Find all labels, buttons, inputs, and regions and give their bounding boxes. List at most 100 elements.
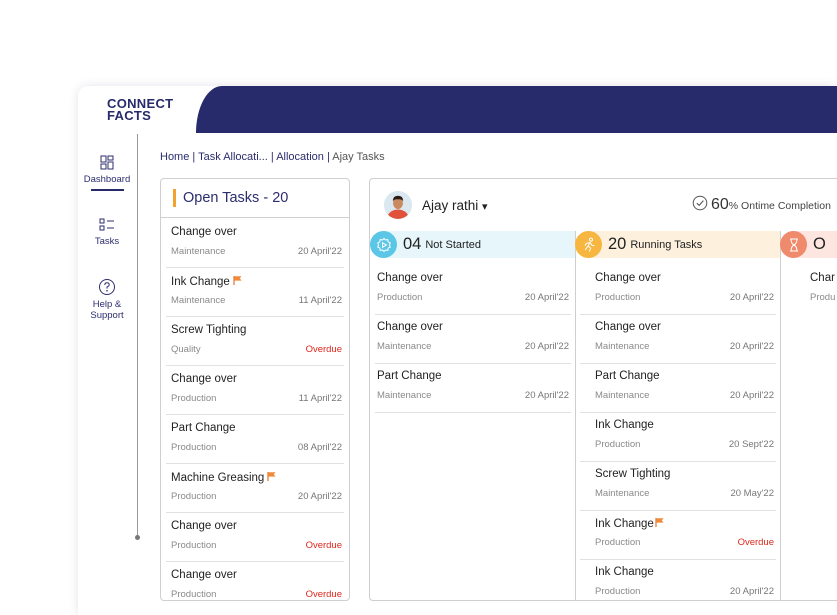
task-card[interactable]: Change over Production 20 April'22 — [375, 266, 571, 315]
task-title: Change over — [377, 321, 443, 333]
breadcrumb-separator: | — [189, 151, 199, 163]
sidebar-item-label: Help & — [92, 299, 122, 310]
task-category: Maintenance — [377, 341, 432, 352]
open-tasks-panel: Open Tasks - 20 Change over Maintenance … — [160, 178, 350, 601]
open-task-card[interactable]: Change over Maintenance 20 April'22 — [166, 219, 344, 268]
task-title: Change over — [377, 272, 443, 284]
breadcrumb-task-allocation[interactable]: Task Allocati... — [198, 151, 268, 163]
task-title: Part Change — [595, 370, 660, 382]
open-tasks-header: Open Tasks - 20 — [161, 179, 349, 218]
sidebar-divider-end — [135, 535, 140, 540]
task-date: 20 April'22 — [524, 292, 569, 303]
user-dropdown[interactable]: Ajay rathi ▾ — [422, 198, 488, 213]
open-tasks-accent-bar — [173, 189, 176, 207]
connect-facts-logo[interactable]: CONNECT FACTS — [107, 97, 177, 123]
task-card[interactable]: Ink Change Production Overdue — [580, 511, 776, 560]
task-date: 20 April'22 — [729, 586, 774, 597]
open-task-card[interactable]: Change over Production Overdue — [166, 513, 344, 562]
header-band — [196, 86, 837, 133]
task-title: Machine Greasing — [171, 472, 265, 484]
hourglass-icon — [780, 231, 807, 258]
task-date: 20 April'22 — [729, 292, 774, 303]
breadcrumb-separator: | — [267, 151, 277, 163]
open-tasks-list: Change over Maintenance 20 April'22 Ink … — [161, 218, 349, 600]
open-task-card[interactable]: Screw Tighting Quality Overdue — [166, 317, 344, 366]
task-category: Production — [171, 540, 217, 551]
active-nav-indicator — [91, 189, 124, 191]
task-date: 20 April'22 — [297, 246, 342, 257]
user-name: Ajay rathi — [422, 198, 479, 213]
ontime-unit: % — [728, 200, 739, 212]
task-title: Screw Tighting — [595, 468, 671, 480]
task-date: 11 April'22 — [298, 295, 342, 306]
dashboard-icon — [100, 155, 114, 170]
flag-icon — [267, 472, 276, 481]
open-task-card[interactable]: Machine Greasing Production 20 April'22 — [166, 464, 344, 513]
play-circle-icon — [370, 231, 397, 258]
task-title: Change over — [171, 226, 237, 238]
task-title: Ink Change — [171, 276, 230, 288]
task-date: 20 April'22 — [729, 341, 774, 352]
help-icon — [99, 279, 115, 295]
task-overdue-status: Overdue — [305, 344, 342, 355]
task-card[interactable]: Change over Maintenance 20 April'22 — [580, 315, 776, 364]
task-category: Maintenance — [595, 341, 650, 352]
task-card[interactable]: Ink Change Production 20 April'22 — [580, 560, 776, 600]
task-category: Maintenance — [377, 390, 432, 401]
task-title: Ink Change — [595, 419, 654, 431]
ontime-completion: 60% Ontime Completion — [692, 195, 831, 214]
check-circle-icon — [692, 195, 708, 211]
task-title: Change over — [595, 321, 661, 333]
top-bar: CONNECT FACTS — [78, 86, 837, 133]
sidebar-divider — [137, 134, 138, 538]
task-date: 20 April'22 — [297, 491, 342, 502]
task-category: Production — [595, 292, 641, 303]
task-title: Part Change — [377, 370, 442, 382]
task-card[interactable]: Ink Change Production 20 Sept'22 — [580, 413, 776, 462]
open-task-card[interactable]: Change over Production Overdue — [166, 562, 344, 600]
task-category: Maintenance — [595, 488, 650, 499]
task-category: Production — [171, 442, 217, 453]
task-title: Screw Tighting — [171, 324, 247, 336]
sidebar: Dashboard Tasks Help & Support — [78, 133, 140, 615]
ontime-percent: 60 — [711, 196, 729, 213]
sidebar-item-help-support[interactable]: Help & Support — [78, 278, 136, 321]
task-title: Ink Change — [595, 566, 654, 578]
breadcrumb-current: Ajay Tasks — [332, 151, 385, 163]
task-card[interactable]: Change over Maintenance 20 April'22 — [375, 315, 571, 364]
task-date: 08 April'22 — [297, 442, 342, 453]
task-overdue-status: Overdue — [305, 540, 342, 551]
task-card[interactable]: Char Produ — [785, 266, 837, 315]
task-date: 20 May'22 — [730, 488, 774, 499]
task-card[interactable]: Part Change Maintenance 20 April'22 — [375, 364, 571, 413]
column-overdue-partial: O Char Produ — [780, 231, 837, 600]
flag-icon — [233, 276, 242, 285]
task-card[interactable]: Screw Tighting Maintenance 20 May'22 — [580, 462, 776, 511]
task-title: Part Change — [171, 422, 236, 434]
task-date: 11 April'22 — [298, 393, 342, 404]
sidebar-item-tasks[interactable]: Tasks — [78, 217, 136, 247]
tasks-icon — [99, 218, 114, 231]
breadcrumb-home[interactable]: Home — [160, 151, 189, 163]
user-allocation-panel: Ajay rathi ▾ 60% Ontime Completion 04 No… — [369, 178, 837, 601]
task-title: Ink Change — [595, 518, 654, 530]
task-category: Maintenance — [171, 246, 226, 257]
running-person-icon — [575, 231, 602, 258]
task-date: 20 April'22 — [524, 341, 569, 352]
open-task-card[interactable]: Part Change Production 08 April'22 — [166, 415, 344, 464]
column-header-partial: O — [780, 231, 837, 258]
task-card[interactable]: Part Change Maintenance 20 April'22 — [580, 364, 776, 413]
open-task-card[interactable]: Ink Change Maintenance 11 April'22 — [166, 268, 344, 317]
task-card[interactable]: Change over Production 20 April'22 — [580, 266, 776, 315]
column-header-not-started: 04 Not Started — [370, 231, 575, 258]
task-category: Production — [171, 589, 217, 600]
column-label: Not Started — [425, 238, 481, 251]
task-category: Maintenance — [171, 295, 226, 306]
task-date: 20 April'22 — [729, 390, 774, 401]
breadcrumb-allocation[interactable]: Allocation — [276, 151, 324, 163]
task-category: Production — [595, 537, 641, 548]
open-task-card[interactable]: Change over Production 11 April'22 — [166, 366, 344, 415]
sidebar-item-dashboard[interactable]: Dashboard — [78, 155, 136, 185]
task-date: 20 Sept'22 — [728, 439, 774, 450]
logo-line-2: FACTS — [107, 108, 152, 123]
